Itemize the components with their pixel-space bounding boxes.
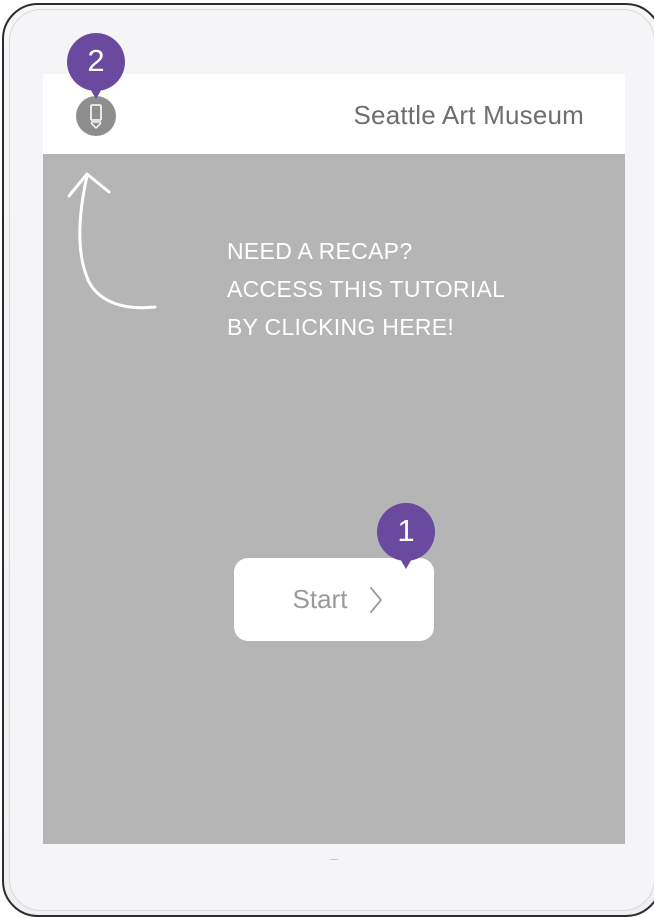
tutorial-menu-button[interactable] (76, 96, 116, 136)
callout-badge-1: 1 (377, 503, 435, 569)
tutorial-hint: NEED A RECAP? ACCESS THIS TUTORIAL BY CL… (227, 232, 505, 346)
app-title: Seattle Art Museum (353, 100, 584, 130)
bookmark-icon (90, 104, 102, 129)
hint-line-1: NEED A RECAP? (227, 238, 413, 264)
curved-arrow-up-icon (67, 172, 157, 310)
start-button[interactable]: Start (234, 558, 434, 641)
chevron-right-icon (370, 586, 383, 613)
start-label: Start (292, 584, 348, 614)
app-header: Seattle Art Museum (43, 74, 625, 154)
callout-badge-2: 2 (67, 33, 125, 99)
hint-line-3: BY CLICKING HERE! (227, 314, 455, 340)
callout-number: 2 (87, 43, 105, 78)
hint-line-2: ACCESS THIS TUTORIAL (227, 276, 506, 302)
app-screen: Seattle Art Museum NEED A RECAP? ACCESS … (43, 74, 625, 844)
home-indicator (330, 859, 338, 860)
screen-bottom-edge (43, 844, 625, 846)
callout-number: 1 (397, 513, 415, 548)
